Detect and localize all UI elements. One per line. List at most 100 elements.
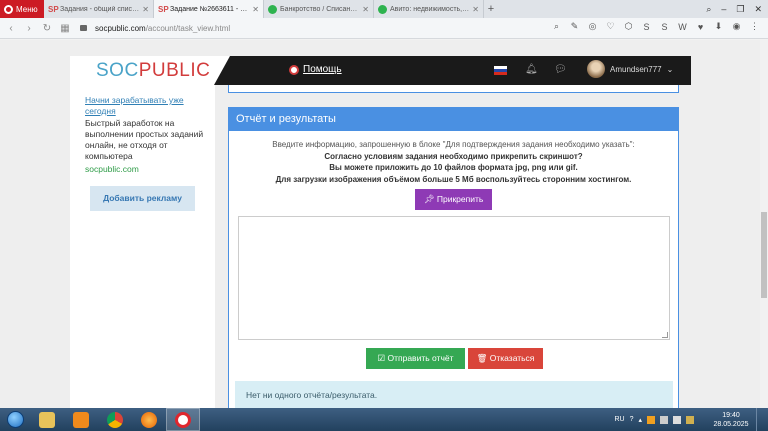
- address-bar: ‹ › ↻ ▦ socpublic.com/account/task_view.…: [0, 18, 768, 39]
- address-bar-tools: ⌕ ✎ ◎ ♡ ⬡ S Ѕ W ♥ ⬇ ◉ ⋮: [551, 21, 760, 32]
- tab-bankruptcy[interactable]: Банкротство / Списание д ✕: [264, 0, 374, 18]
- more-icon[interactable]: ⋮: [749, 21, 760, 32]
- scrollbar-thumb[interactable]: [761, 212, 767, 298]
- show-desktop-button[interactable]: [756, 408, 764, 431]
- socpublic-favicon-icon: SP: [158, 4, 169, 14]
- chevron-down-icon: ⌄: [666, 64, 674, 74]
- tab-title: Задание №2663611 - про: [170, 5, 250, 13]
- lock-icon: [80, 25, 87, 31]
- url-field[interactable]: socpublic.com/account/task_view.html: [95, 24, 230, 33]
- refuse-button[interactable]: 🗑︎ Отказаться: [468, 348, 543, 369]
- page-scrollbar[interactable]: [760, 40, 768, 408]
- ad-text: Быстрый заработок на выполнении простых …: [85, 118, 204, 161]
- profile-icon[interactable]: ◉: [731, 21, 742, 32]
- download-icon[interactable]: ⬇: [713, 21, 724, 32]
- send-report-button[interactable]: ☑ Отправить отчёт: [366, 348, 465, 369]
- report-panel: Отчёт и результаты Введите информацию, з…: [228, 107, 679, 408]
- taskbar-explorer[interactable]: [30, 408, 64, 431]
- ad-title-link[interactable]: Начни зарабатывать уже сегодня: [85, 95, 195, 117]
- ad-site-link[interactable]: socpublic.com: [85, 164, 139, 174]
- volume-icon[interactable]: [673, 415, 681, 424]
- close-window-icon[interactable]: ✕: [754, 4, 762, 15]
- lifebuoy-icon: [289, 64, 299, 75]
- heart-icon[interactable]: ♥: [695, 22, 706, 32]
- network-icon[interactable]: [660, 415, 668, 424]
- socpublic-favicon-icon: SP: [48, 4, 59, 14]
- trash-icon: 🗑︎: [476, 353, 488, 363]
- add-ad-button[interactable]: Добавить рекламу: [90, 186, 195, 211]
- search-tabs-icon[interactable]: ⌕: [706, 4, 711, 15]
- skype-icon[interactable]: S: [641, 22, 652, 32]
- tab-tasks-list[interactable]: SP Задания - общий список з ✕: [44, 0, 154, 18]
- avatar: [587, 60, 605, 78]
- maximize-icon[interactable]: ❐: [736, 4, 744, 15]
- minimize-icon[interactable]: –: [721, 4, 726, 14]
- russian-flag-icon[interactable]: [494, 66, 507, 75]
- chat-icon[interactable]: 💬︎: [554, 64, 567, 75]
- help-link[interactable]: Помощь: [289, 64, 342, 75]
- flag-tray-icon[interactable]: [686, 415, 694, 424]
- tab-close-icon[interactable]: ✕: [142, 5, 149, 14]
- attach-button[interactable]: 📌︎ Прикрепить: [415, 189, 492, 210]
- tab-close-icon[interactable]: ✕: [472, 5, 479, 14]
- socpublic-extension-icon[interactable]: Ѕ: [659, 22, 670, 32]
- bookmark-icon[interactable]: ♡: [605, 21, 616, 32]
- taskbar-opera[interactable]: [166, 408, 200, 431]
- instructions-line-3: Для загрузки изображения объёмом больше …: [275, 174, 632, 184]
- opera-menu-button[interactable]: Меню: [0, 0, 44, 18]
- avito-favicon-icon: [378, 4, 387, 14]
- tab-close-icon[interactable]: ✕: [252, 5, 259, 14]
- logo-soc: SOC: [96, 60, 139, 81]
- opera-icon: [175, 411, 191, 428]
- reload-icon[interactable]: ↻: [42, 23, 52, 34]
- check-icon: ☑: [377, 353, 386, 363]
- show-hidden-icon[interactable]: ▴: [638, 416, 642, 424]
- media-player-icon: [73, 411, 89, 428]
- url-host: socpublic.com: [95, 23, 146, 33]
- camera-icon[interactable]: ◎: [587, 21, 598, 32]
- language-indicator[interactable]: RU: [614, 416, 624, 423]
- back-icon[interactable]: ‹: [6, 23, 16, 34]
- system-tray: RU ? ▴ 19:40 28.05.2025: [614, 408, 768, 431]
- avito-favicon-icon: [268, 4, 277, 14]
- w-extension-icon[interactable]: W: [677, 22, 688, 32]
- tab-title: Банкротство / Списание д: [280, 5, 360, 13]
- new-tab-button[interactable]: +: [484, 3, 498, 15]
- tab-title: Задания - общий список з: [60, 5, 140, 13]
- help-tray-icon[interactable]: ?: [630, 416, 634, 423]
- clock[interactable]: 19:40 28.05.2025: [711, 411, 751, 429]
- url-path: /account/task_view.html: [145, 23, 231, 33]
- windows-logo-icon: [6, 411, 24, 428]
- report-instructions: Введите информацию, запрошенную в блоке …: [229, 139, 678, 185]
- site-header: SOCPUBLIC Помощь 🔔︎ 💬︎ Amundsen777 ⌄: [70, 56, 691, 85]
- user-menu[interactable]: Amundsen777 ⌄: [587, 60, 673, 78]
- bell-icon[interactable]: 🔔︎: [525, 64, 538, 75]
- chrome-icon: [107, 411, 123, 428]
- reports-empty-notice: Нет ни одного отчёта/результата.: [235, 381, 673, 408]
- taskbar-media-player[interactable]: [64, 408, 98, 431]
- site-logo[interactable]: SOCPUBLIC: [96, 60, 210, 82]
- logo-area: SOCPUBLIC: [70, 56, 230, 85]
- instructions-line-1: Согласно условиям задания необходимо при…: [324, 151, 583, 161]
- firefox-icon: [141, 411, 157, 428]
- instructions-line-2: Вы можете приложить до 10 файлов формата…: [329, 163, 578, 172]
- tab-avito[interactable]: Авито: недвижимость, тра ✕: [374, 0, 484, 18]
- edit-icon[interactable]: ✎: [569, 21, 580, 32]
- tab-close-icon[interactable]: ✕: [362, 5, 369, 14]
- logo-public: PUBLIC: [138, 60, 211, 81]
- taskbar-chrome[interactable]: [98, 408, 132, 431]
- clock-date: 28.05.2025: [713, 420, 749, 428]
- start-button[interactable]: [0, 408, 30, 431]
- report-textarea[interactable]: [238, 216, 670, 340]
- resize-handle[interactable]: [662, 332, 668, 338]
- extensions-icon[interactable]: ⬡: [623, 21, 634, 32]
- tabs-grid-icon[interactable]: ▦: [60, 23, 70, 34]
- window-controls: ⌕ – ❐ ✕: [706, 0, 768, 18]
- pin-icon: 📌︎: [423, 194, 435, 204]
- taskbar-firefox[interactable]: [132, 408, 166, 431]
- search-icon[interactable]: ⌕: [551, 21, 562, 32]
- forward-icon[interactable]: ›: [24, 23, 34, 34]
- opera-logo-icon: [4, 4, 13, 14]
- tab-task-view[interactable]: SP Задание №2663611 - про ✕: [154, 0, 264, 18]
- tray-app-icon[interactable]: [647, 415, 655, 424]
